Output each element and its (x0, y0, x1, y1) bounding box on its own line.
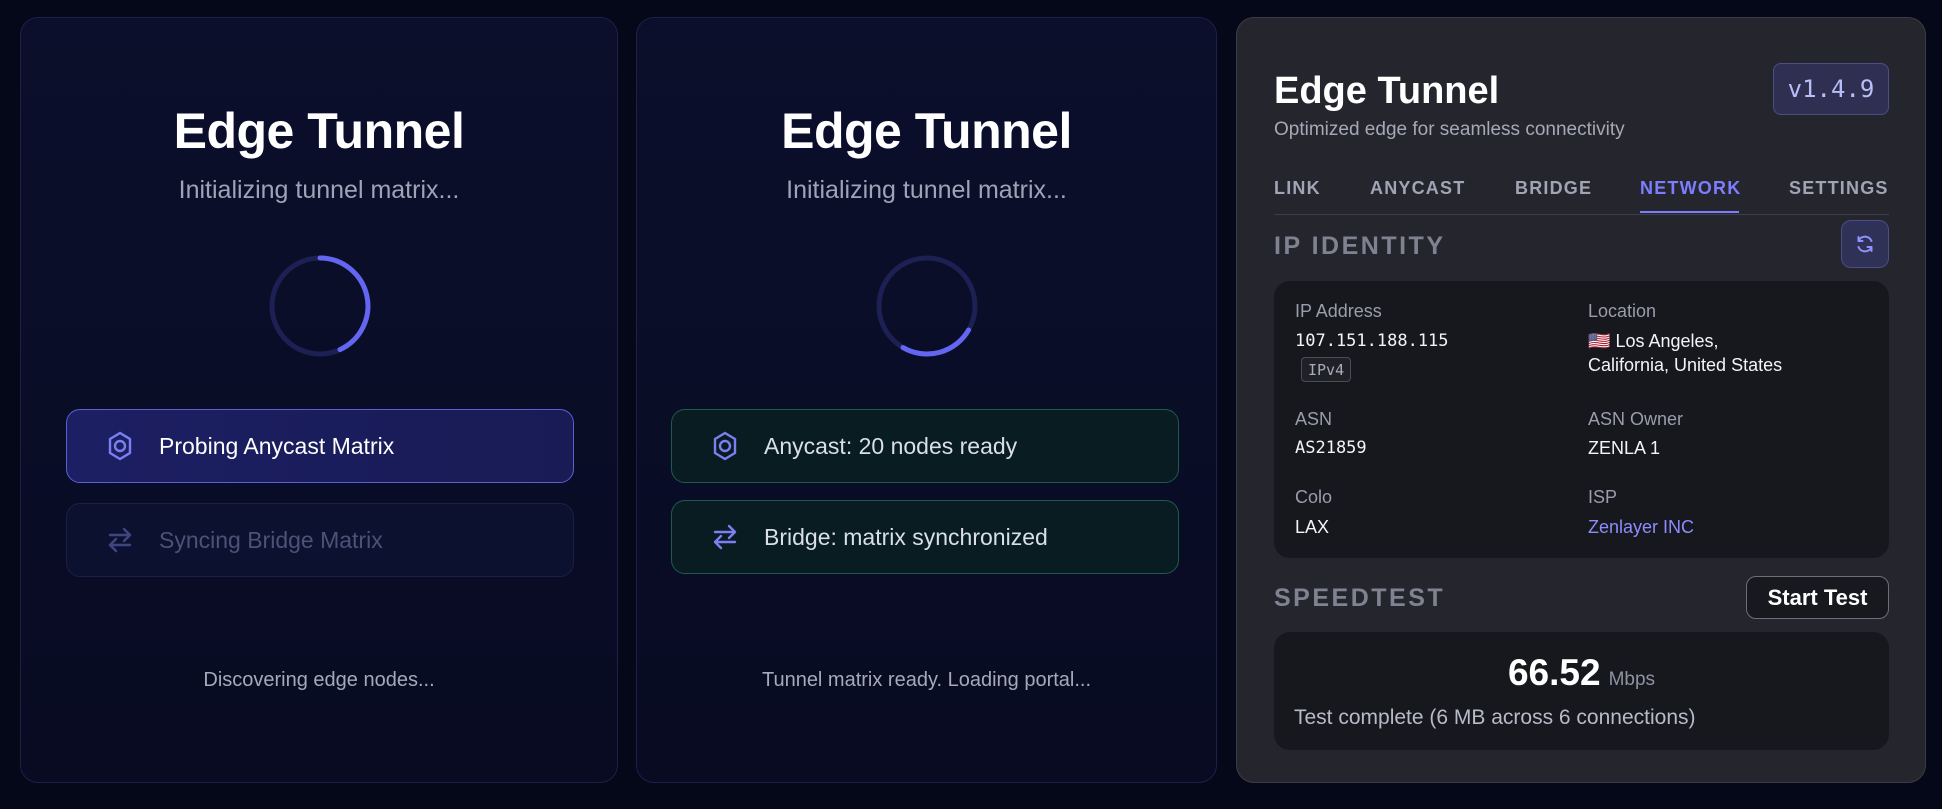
gear-chip-icon (710, 431, 740, 461)
loader-status: Discovering edge nodes... (203, 669, 435, 691)
network-portal-panel: Edge Tunnel Optimized edge for seamless … (1236, 17, 1926, 783)
speedtest-status: Test complete (6 MB across 6 connections… (1294, 706, 1696, 729)
step-probing-anycast: Probing Anycast Matrix (66, 409, 574, 483)
loader-subtitle: Initializing tunnel matrix... (786, 176, 1067, 204)
app-subtitle: Optimized edge for seamless connectivity (1274, 119, 1625, 140)
app-title: Edge Tunnel (1274, 70, 1500, 112)
loader-title: Edge Tunnel (173, 103, 465, 159)
refresh-icon (1857, 235, 1873, 253)
asn-label: ASN (1295, 409, 1333, 429)
swap-arrows-icon (105, 525, 135, 555)
ip-address-value: 107.151.188.115 (1295, 331, 1449, 351)
speed-unit: Mbps (1608, 669, 1656, 690)
asn-value: AS21859 (1295, 438, 1367, 458)
isp-label: ISP (1588, 487, 1618, 507)
loader-status: Tunnel matrix ready. Loading portal... (761, 669, 1092, 691)
speedtest-heading: SPEEDTEST (1274, 584, 1446, 612)
step-anycast-ready: Anycast: 20 nodes ready (671, 409, 1179, 483)
asn-owner-value: ZENLA 1 (1588, 438, 1661, 458)
step-syncing-bridge: Syncing Bridge Matrix (66, 503, 574, 577)
us-flag-icon: 🇺🇸 (1588, 331, 1611, 351)
location-label: Location (1588, 301, 1657, 321)
tab-link[interactable]: LINK (1274, 178, 1321, 199)
location-region: California, United States (1588, 355, 1783, 375)
active-tab-indicator (1640, 211, 1739, 213)
swap-arrows-icon (710, 522, 740, 552)
version-badge: v1.4.9 (1773, 63, 1889, 115)
start-test-button[interactable]: Start Test (1746, 576, 1889, 619)
loader-subtitle: Initializing tunnel matrix... (178, 176, 460, 204)
tab-settings[interactable]: SETTINGS (1789, 178, 1889, 199)
isp-link[interactable]: Zenlayer INC (1588, 517, 1694, 538)
ip-version-badge: IPv4 (1301, 357, 1352, 382)
step-bridge-synchronized: Bridge: matrix synchronized (671, 500, 1179, 574)
loading-spinner-icon (269, 255, 371, 357)
speed-result: 66.52 Mbps (1274, 652, 1889, 694)
tab-bridge[interactable]: BRIDGE (1515, 178, 1592, 199)
gear-chip-icon (105, 431, 135, 461)
loader-panel-ready: Edge Tunnel Initializing tunnel matrix..… (636, 17, 1217, 783)
colo-label: Colo (1295, 487, 1333, 507)
step-label: Syncing Bridge Matrix (159, 526, 383, 553)
loader-title: Edge Tunnel (781, 103, 1072, 159)
ip-identity-card: IP Address 107.151.188.115 IPv4 Location… (1274, 281, 1889, 558)
refresh-button[interactable] (1841, 220, 1889, 268)
step-label: Bridge: matrix synchronized (764, 523, 1048, 550)
tab-anycast[interactable]: ANYCAST (1370, 178, 1465, 199)
loading-spinner-icon (876, 255, 978, 357)
location-value: 🇺🇸 Los Angeles, (1588, 331, 1719, 352)
speedtest-result-card: 66.52 Mbps Test complete (6 MB across 6 c… (1274, 632, 1889, 750)
ip-identity-heading: IP IDENTITY (1274, 232, 1446, 260)
speed-value: 66.52 (1507, 652, 1601, 693)
tab-network[interactable]: NETWORK (1640, 178, 1741, 199)
ip-address-label: IP Address (1295, 301, 1382, 321)
colo-value: LAX (1295, 517, 1330, 537)
step-label: Probing Anycast Matrix (159, 432, 395, 459)
loader-panel-probing: Edge Tunnel Initializing tunnel matrix..… (20, 17, 618, 783)
step-label: Anycast: 20 nodes ready (764, 432, 1018, 459)
tab-bar: LINK ANYCAST BRIDGE NETWORK SETTINGS (1274, 170, 1889, 215)
location-city: Los Angeles, (1615, 331, 1719, 351)
asn-owner-label: ASN Owner (1588, 409, 1684, 429)
